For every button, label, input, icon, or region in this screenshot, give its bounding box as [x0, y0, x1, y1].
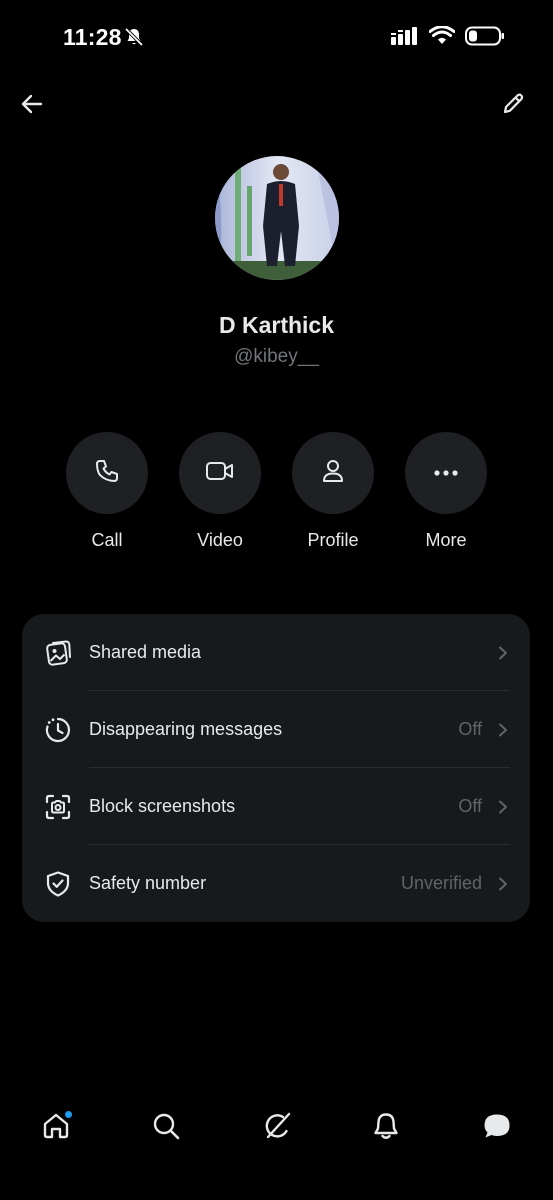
settings-row-title: Disappearing messages [89, 719, 283, 739]
chevron-right-icon [496, 646, 510, 660]
phone-icon [94, 458, 120, 489]
chevron-right-icon [496, 800, 510, 814]
bottom-nav [0, 1098, 553, 1154]
home-notification-dot [65, 1111, 72, 1118]
settings-row-value: Unverified [400, 873, 482, 893]
profile-button[interactable]: Profile [273, 432, 393, 551]
settings-row-safety-number[interactable]: Safety number Unverified [22, 845, 530, 922]
messages-icon[interactable] [479, 1108, 515, 1144]
settings-row-title: Shared media [89, 642, 202, 662]
top-bar [0, 84, 553, 126]
edit-pencil-icon[interactable] [497, 88, 529, 120]
settings-row-value: Off [458, 719, 482, 739]
video-circle[interactable] [179, 432, 261, 514]
call-label: Call [91, 530, 123, 550]
timer-icon [44, 716, 72, 744]
notifications-icon[interactable] [368, 1108, 404, 1144]
avatar[interactable] [215, 156, 339, 280]
settings-row-block-screenshots[interactable]: Block screenshots Off [22, 768, 530, 845]
chevron-right-icon [496, 723, 510, 737]
status-time: 11:28 [63, 24, 122, 50]
more-dots-icon [433, 464, 459, 482]
settings-row-title: Block screenshots [89, 796, 236, 816]
settings-row-disappearing-messages[interactable]: Disappearing messages Off [22, 691, 530, 768]
more-label: More [425, 530, 467, 550]
shield-check-icon [44, 870, 72, 898]
search-icon[interactable] [148, 1108, 184, 1144]
call-button[interactable]: Call [47, 432, 167, 551]
chevron-right-icon [496, 877, 510, 891]
more-circle[interactable] [405, 432, 487, 514]
grok-icon[interactable] [259, 1108, 295, 1144]
video-button[interactable]: Video [160, 432, 280, 551]
back-arrow-icon[interactable] [16, 88, 48, 120]
profile-handle: @kibey__ [234, 346, 319, 367]
call-circle[interactable] [66, 432, 148, 514]
status-bar: 11:28 [0, 0, 553, 76]
bell-off-icon [124, 27, 144, 47]
video-camera-icon [205, 459, 235, 488]
shared-media-icon [44, 639, 72, 667]
profile-name: D Karthick [218, 312, 335, 338]
more-button[interactable]: More [386, 432, 506, 551]
settings-row-shared-media[interactable]: Shared media [22, 614, 530, 691]
settings-row-value: Off [458, 796, 482, 816]
video-label: Video [197, 530, 243, 550]
home-icon[interactable] [38, 1108, 74, 1144]
person-icon [320, 458, 346, 489]
battery-icon [465, 26, 505, 51]
profile-circle[interactable] [292, 432, 374, 514]
profile-label: Profile [307, 530, 359, 550]
settings-row-title: Safety number [89, 873, 207, 893]
screenshot-camera-icon [44, 793, 72, 821]
signal-icon [391, 27, 419, 50]
settings-card: Shared media Disappearing messages Off B… [22, 614, 530, 922]
wifi-icon [428, 25, 456, 51]
